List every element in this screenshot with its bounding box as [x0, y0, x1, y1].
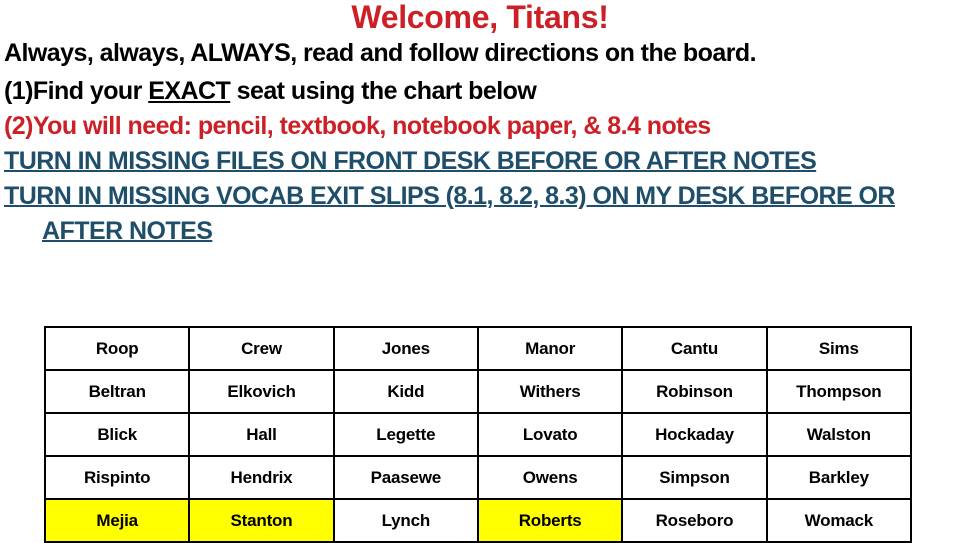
direction-2-text: You will need: pencil, textbook, noteboo… — [32, 112, 711, 140]
directions-block: Always, always, ALWAYS, read and follow … — [4, 36, 956, 249]
table-row: Roop Crew Jones Manor Cantu Sims — [43, 326, 913, 371]
table-row: Blick Hall Legette Lovato Hockaday Walston — [43, 412, 913, 457]
seat-cell[interactable]: Owens — [476, 455, 624, 500]
seat-cell[interactable]: Jones — [332, 326, 479, 371]
seat-cell[interactable]: Thompson — [765, 369, 913, 414]
seat-cell[interactable]: Sims — [765, 326, 913, 371]
seat-cell[interactable]: Paasewe — [332, 455, 479, 500]
table-row: Rispinto Hendrix Paasewe Owens Simpson Barkle… — [43, 455, 913, 500]
seat-cell[interactable]: Crew — [188, 326, 335, 371]
direction-3-text: TURN IN MISSING FILES ON FRONT DESK BEFO… — [4, 147, 817, 175]
seating-chart-table: Roop Crew Jones Manor Cantu Sims Beltran Elkovi… — [43, 326, 913, 543]
seating-chart: Roop Crew Jones Manor Cantu Sims Beltran Elkovi… — [43, 326, 913, 543]
direction-4-text: TURN IN MISSING VOCAB EXIT SLIPS (8.1, 8… — [4, 182, 895, 245]
seat-cell[interactable]: Manor — [476, 326, 624, 371]
table-row: Mejia Stanton Lynch Roberts Roseboro Womack — [43, 498, 913, 543]
direction-1-pre: Find your — [32, 77, 149, 105]
direction-2-number: (2) — [4, 112, 33, 140]
direction-1-post: seat using the chart below — [230, 77, 537, 105]
slide-canvas: Welcome, Titans! Always, always, ALWAYS,… — [0, 0, 960, 543]
seat-cell[interactable]: Barkley — [765, 455, 913, 500]
direction-item-2: (2)You will need: pencil, textbook, note… — [4, 109, 956, 144]
direction-1-emphasis: EXACT — [148, 77, 231, 105]
direction-1-number: (1) — [4, 77, 33, 105]
seat-cell[interactable]: Hendrix — [188, 455, 335, 500]
seat-cell[interactable]: Simpson — [621, 455, 768, 500]
seat-cell[interactable]: Hockaday — [621, 412, 768, 457]
direction-item-4: (4)TURN IN MISSING VOCAB EXIT SLIPS (8.1… — [4, 179, 956, 249]
seat-cell[interactable]: Beltran — [43, 369, 191, 414]
direction-item-3: (3)TURN IN MISSING FILES ON FRONT DESK B… — [4, 144, 956, 179]
seat-cell[interactable]: Cantu — [621, 326, 768, 371]
seat-cell[interactable]: Rispinto — [43, 455, 191, 500]
seat-cell[interactable]: Blick — [43, 412, 191, 457]
page-title: Welcome, Titans! — [351, 0, 609, 35]
direction-item-1: (1)Find your EXACT seat using the chart … — [4, 74, 956, 109]
intro-line: Always, always, ALWAYS, read and follow … — [4, 39, 757, 67]
seat-cell[interactable]: Withers — [476, 369, 624, 414]
seat-cell[interactable]: Hall — [188, 412, 335, 457]
seat-cell[interactable]: Walston — [765, 412, 913, 457]
seat-cell[interactable]: Stanton — [188, 498, 335, 543]
seating-chart-body: Roop Crew Jones Manor Cantu Sims Beltran Elkovi… — [43, 326, 913, 543]
seat-cell[interactable]: Roseboro — [621, 498, 768, 543]
table-row: Beltran Elkovich Kidd Withers Robinson Thomps… — [43, 369, 913, 414]
seat-cell[interactable]: Kidd — [332, 369, 479, 414]
seat-cell[interactable]: Roop — [43, 326, 191, 371]
seat-cell[interactable]: Roberts — [476, 498, 624, 543]
seat-cell[interactable]: Legette — [332, 412, 479, 457]
seat-cell[interactable]: Lovato — [476, 412, 624, 457]
seat-cell[interactable]: Mejia — [43, 498, 191, 543]
seat-cell[interactable]: Womack — [765, 498, 913, 543]
seat-cell[interactable]: Robinson — [621, 369, 768, 414]
seat-cell[interactable]: Lynch — [332, 498, 479, 543]
seat-cell[interactable]: Elkovich — [188, 369, 335, 414]
